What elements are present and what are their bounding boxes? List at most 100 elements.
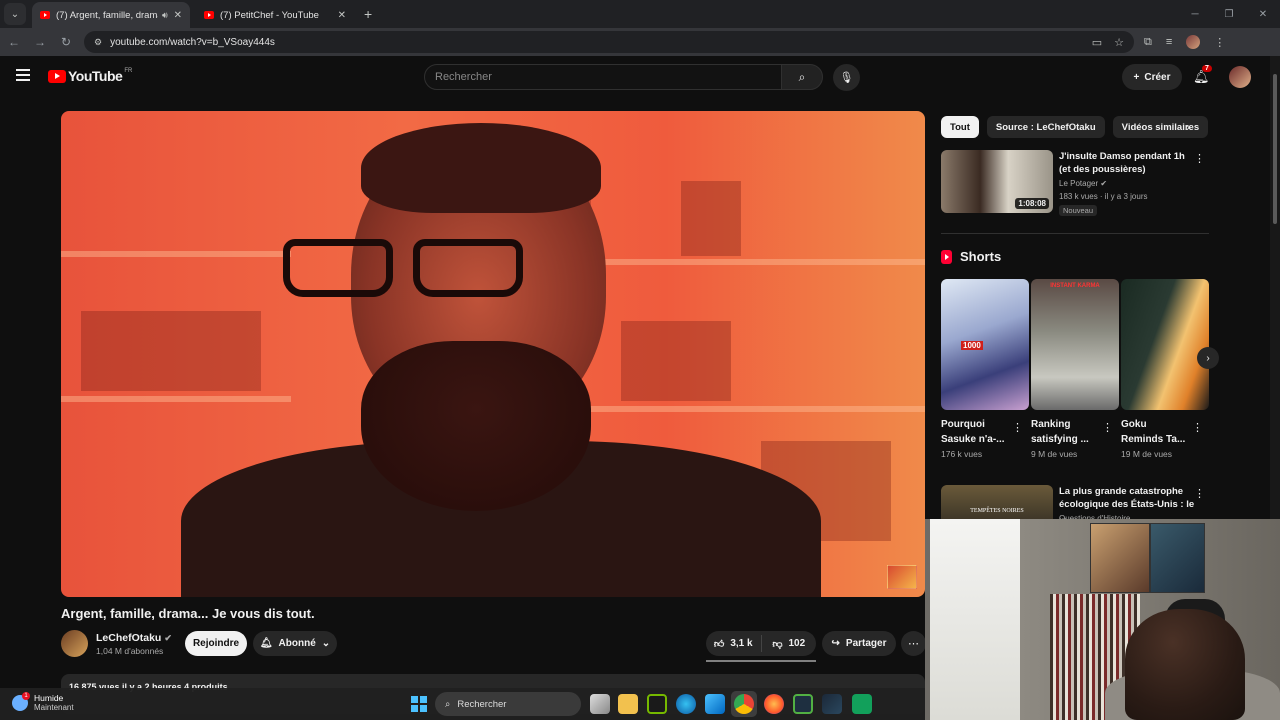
whatsapp-icon[interactable] <box>852 694 872 714</box>
weather-icon: 1 <box>12 691 30 711</box>
site-info-icon[interactable]: ⚙︎ <box>94 37 102 48</box>
share-button[interactable]: ↪ Partager <box>822 631 896 656</box>
channel-avatar[interactable] <box>61 630 88 657</box>
logo-text: YouTube <box>68 68 123 84</box>
create-button[interactable]: + Créer <box>1122 64 1182 90</box>
file-explorer-icon[interactable] <box>618 694 638 714</box>
chip-similar[interactable]: Vidéos similaires <box>1112 116 1209 138</box>
account-avatar[interactable] <box>1229 66 1251 88</box>
tab-title: (7) Argent, famille, drama... <box>56 9 158 21</box>
join-button[interactable]: Rejoindre <box>185 631 247 656</box>
url-text: youtube.com/watch?v=b_VSoay444s <box>110 36 275 48</box>
more-actions-button[interactable]: ⋯ <box>901 631 926 656</box>
chip-source[interactable]: Source : LeChefOtaku <box>986 116 1105 138</box>
ellipsis-icon: ⋯ <box>908 638 919 650</box>
nvidia-icon[interactable] <box>647 694 667 714</box>
glasses-lens <box>283 239 393 297</box>
windows-taskbar: 1 Humide Maintenant ⌕ Rechercher <box>0 688 925 720</box>
profile-avatar-icon[interactable] <box>1186 35 1201 49</box>
divider <box>941 233 1209 234</box>
video-player[interactable] <box>61 111 925 597</box>
tab-search-menu-icon[interactable]: ⌄ <box>4 3 26 25</box>
video-title: Argent, famille, drama... Je vous dis to… <box>61 606 315 621</box>
short-thumbnail[interactable]: INSTANT KARMA <box>1031 279 1119 410</box>
glasses-lens <box>413 239 523 297</box>
browser-tab-active[interactable]: (7) Argent, famille, drama... 🔊︎ ✕ <box>32 2 190 28</box>
kebab-menu-icon[interactable]: ⋮ <box>1102 421 1113 434</box>
task-view-icon[interactable] <box>590 694 610 714</box>
webcam-window-light <box>930 519 1020 720</box>
subscribed-button[interactable]: 🔔︎ Abonné ⌄ <box>253 631 337 656</box>
hamburger-menu-icon[interactable] <box>16 69 30 84</box>
video-thumbnail[interactable]: 1:08:08 <box>941 150 1053 213</box>
kebab-menu-icon[interactable]: ⋮ <box>1192 421 1203 434</box>
short-thumbnail[interactable]: 1000 <box>941 279 1029 410</box>
notifications-button[interactable]: 🔔︎ 7 <box>1193 65 1212 85</box>
chrome-icon[interactable] <box>734 694 754 714</box>
kebab-menu-icon[interactable]: ⋮ <box>1194 152 1205 165</box>
channel-watermark[interactable] <box>887 565 917 589</box>
edge-browser-icon[interactable] <box>676 694 696 714</box>
maximize-icon[interactable]: ❐ <box>1212 9 1246 20</box>
like-indicator <box>706 660 816 662</box>
close-tab-icon[interactable]: ✕ <box>174 10 182 21</box>
like-count: 3,1 k <box>730 638 753 649</box>
microsoft-store-icon[interactable] <box>705 694 725 714</box>
kebab-menu-icon[interactable]: ⋮ <box>1012 421 1023 434</box>
browser-menu-icon[interactable]: ⋮ <box>1214 36 1225 49</box>
taskbar-search-label: Rechercher <box>457 698 507 710</box>
recommended-video[interactable]: 1:08:08 J'insulte Damso pendant 1h (et d… <box>941 150 1209 220</box>
url-field[interactable]: ⚙︎ youtube.com/watch?v=b_VSoay444s ▭ ☆ <box>84 31 1134 53</box>
taskbar-search[interactable]: ⌕ Rechercher <box>435 692 581 716</box>
weather-widget[interactable]: 1 Humide Maintenant <box>12 691 74 712</box>
chip-all[interactable]: Tout <box>941 116 979 138</box>
cast-icon[interactable]: ▭ <box>1092 36 1102 49</box>
webcam-overlay <box>925 519 1280 720</box>
shorts-heading: Shorts <box>941 249 1001 264</box>
chevron-right-icon[interactable]: › <box>1186 120 1190 134</box>
media-controls-icon[interactable]: ≡ <box>1166 36 1172 48</box>
recommended-title[interactable]: J'insulte Damso pendant 1h (et des pouss… <box>1059 150 1199 176</box>
youtube-logo[interactable]: YouTube FR <box>48 68 132 84</box>
search-input[interactable]: Rechercher <box>424 64 782 90</box>
xbox-icon[interactable] <box>793 694 813 714</box>
search-button[interactable]: ⌕ <box>781 64 823 90</box>
microphone-icon: 🎙︎ <box>839 72 854 84</box>
browser-tab-bar: ⌄ (7) Argent, famille, drama... 🔊︎ ✕ (7)… <box>0 0 1280 28</box>
short-overlay-text: INSTANT KARMA <box>1050 283 1100 289</box>
channel-name[interactable]: LeChefOtaku ✔︎ <box>96 632 172 644</box>
short-item[interactable]: Goku Reminds Ta... 19 M de vues ⋮ <box>1121 279 1209 459</box>
scrollbar-thumb[interactable] <box>1273 74 1277 224</box>
search-icon: ⌕ <box>445 698 451 710</box>
new-tab-icon[interactable]: + <box>364 6 372 22</box>
speaker-icon[interactable]: 🔊︎ <box>162 10 168 21</box>
short-overlay-text: 1000 <box>961 341 983 350</box>
books <box>681 181 741 256</box>
firefox-icon[interactable] <box>764 694 784 714</box>
windows-start-icon[interactable] <box>411 696 427 712</box>
forward-icon[interactable]: → <box>28 35 52 49</box>
like-button[interactable]: 👍︎ 3,1 k <box>706 635 762 652</box>
close-window-icon[interactable]: ✕ <box>1246 9 1280 20</box>
short-thumbnail[interactable] <box>1121 279 1209 410</box>
short-views: 19 M de vues <box>1121 449 1173 459</box>
kebab-menu-icon[interactable]: ⋮ <box>1194 487 1205 500</box>
back-icon[interactable]: ← <box>2 35 26 49</box>
minimize-icon[interactable]: ─ <box>1178 9 1212 20</box>
shorts-next-button[interactable]: › <box>1197 347 1219 369</box>
short-item[interactable]: 1000 Pourquoi Sasuke n'a-... 176 k vues … <box>941 279 1029 459</box>
voice-search-button[interactable]: 🎙︎ <box>833 64 860 91</box>
browser-tab[interactable]: (7) PetitChef - YouTube ✕ <box>196 2 354 28</box>
reload-icon[interactable]: ↻ <box>54 35 78 49</box>
close-tab-icon[interactable]: ✕ <box>338 10 346 21</box>
dislike-button[interactable]: 👎︎ 102 <box>762 638 817 650</box>
bookmark-star-icon[interactable]: ☆ <box>1114 36 1124 49</box>
steam-icon[interactable] <box>822 694 842 714</box>
share-label: Partager <box>845 638 887 649</box>
short-views: 9 M de vues <box>1031 449 1078 459</box>
recommended-channel[interactable]: Le Potager ✔︎ <box>1059 179 1107 188</box>
like-dislike-group: 👍︎ 3,1 k 👎︎ 102 <box>706 631 816 656</box>
short-item[interactable]: INSTANT KARMA Ranking satisfying ... 9 M… <box>1031 279 1119 459</box>
glasses <box>283 239 543 301</box>
extensions-icon[interactable]: ⧉ <box>1144 36 1152 49</box>
